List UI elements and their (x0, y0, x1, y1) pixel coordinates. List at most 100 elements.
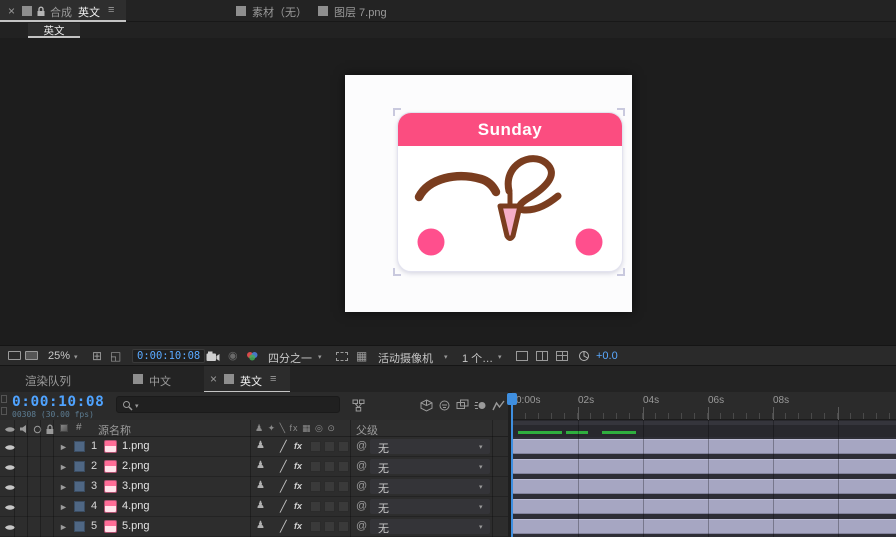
expander-icon[interactable]: ► (59, 502, 68, 512)
close-icon[interactable]: × (210, 372, 217, 386)
tab-render-queue[interactable]: 渲染队列 (25, 373, 71, 389)
selection-handle-tr[interactable] (617, 108, 625, 116)
graph-editor-icon[interactable] (492, 399, 505, 412)
frame-blending-icon[interactable] (456, 399, 469, 412)
parent-dropdown-icon[interactable]: ▾ (479, 463, 483, 471)
fx-switch-icon[interactable]: fx (294, 481, 302, 491)
parent-dropdown-icon[interactable]: ▾ (479, 503, 483, 511)
selection-handle-tl[interactable] (393, 108, 401, 116)
mini-flowchart-icon[interactable] (352, 399, 365, 412)
multi-view-icon[interactable] (556, 351, 568, 361)
motion-blur-switch[interactable] (324, 481, 335, 492)
timeline-edge-icon-bottom[interactable] (1, 407, 7, 415)
pixel-aspect-icon[interactable] (516, 351, 528, 361)
show-channels-icon[interactable] (246, 351, 259, 361)
layer-search-box[interactable]: ▾ (116, 396, 340, 413)
frame-blend-switch[interactable] (310, 501, 321, 512)
motion-blur-switch[interactable] (324, 441, 335, 452)
show-snapshot-icon[interactable]: ◉ (228, 349, 238, 362)
composition-viewport[interactable]: Sunday (345, 75, 632, 312)
view-layout-dropdown-icon[interactable]: ▾ (498, 353, 502, 361)
frame-blend-switch[interactable] (310, 461, 321, 472)
parent-value[interactable]: 无 (378, 460, 389, 476)
tab-composition[interactable]: × 合成 英文 ≡ (0, 0, 126, 22)
layer-name[interactable]: 5.png (122, 520, 150, 532)
shy-switch-icon[interactable]: ♟ (256, 480, 265, 491)
search-input[interactable] (145, 398, 335, 411)
label-color-swatch[interactable] (74, 461, 85, 472)
quality-switch-icon[interactable]: ╱ (280, 460, 287, 473)
expander-icon[interactable]: ► (59, 522, 68, 532)
snapshot-camera-icon[interactable] (206, 351, 220, 362)
expander-icon[interactable]: ► (59, 482, 68, 492)
primary-monitor-icon[interactable] (8, 351, 21, 360)
playhead-handle[interactable] (507, 393, 517, 405)
motion-blur-switch[interactable] (324, 501, 335, 512)
fx-switch-icon[interactable]: fx (294, 521, 302, 531)
parent-dropdown-icon[interactable]: ▾ (479, 443, 483, 451)
layer-name[interactable]: 2.png (122, 460, 150, 472)
selection-handle-br[interactable] (617, 268, 625, 276)
tab-layer[interactable]: 图层 7.png (318, 0, 428, 22)
parent-column-label[interactable]: 父级 (356, 422, 378, 438)
composition-viewer[interactable]: Sunday (0, 38, 896, 345)
shy-switch-icon[interactable]: ♟ (256, 500, 265, 511)
secondary-monitor-icon[interactable] (25, 351, 38, 360)
region-of-interest-icon[interactable] (336, 352, 348, 361)
frame-blend-switch[interactable] (310, 441, 321, 452)
pickwhip-icon[interactable]: @ (356, 440, 367, 452)
shy-switch-icon[interactable]: ♟ (256, 460, 265, 471)
label-color-swatch[interactable] (74, 501, 85, 512)
timeline-edge-icon-top[interactable] (1, 395, 7, 403)
viewer-tab[interactable]: 英文 (28, 23, 80, 38)
quality-switch-icon[interactable]: ╱ (280, 520, 287, 533)
exposure-value[interactable]: +0.0 (596, 350, 618, 362)
view-layout-value[interactable]: 1 个… (462, 350, 493, 366)
3d-switch[interactable] (338, 441, 349, 452)
panel-menu-icon[interactable]: ≡ (108, 4, 114, 16)
current-timecode[interactable]: 0:00:10:08 (12, 394, 104, 410)
camera-view-dropdown-icon[interactable]: ▾ (444, 353, 448, 361)
label-color-swatch[interactable] (74, 441, 85, 452)
shy-switch-icon[interactable]: ♟ (256, 520, 265, 531)
preview-timecode[interactable]: 0:00:10:08 (132, 349, 206, 363)
selection-handle-bl[interactable] (393, 268, 401, 276)
close-icon[interactable]: × (8, 4, 15, 18)
layer-name[interactable]: 4.png (122, 500, 150, 512)
parent-dropdown-icon[interactable]: ▾ (479, 483, 483, 491)
frame-blend-switch[interactable] (310, 481, 321, 492)
pickwhip-icon[interactable]: @ (356, 520, 367, 532)
fx-switch-icon[interactable]: fx (294, 501, 302, 511)
expander-icon[interactable]: ► (59, 462, 68, 472)
zoom-dropdown-icon[interactable]: ▾ (74, 353, 78, 361)
motion-blur-switch[interactable] (324, 521, 335, 532)
fx-switch-icon[interactable]: fx (294, 461, 302, 471)
layer-name[interactable]: 1.png (122, 440, 150, 452)
3d-switch[interactable] (338, 481, 349, 492)
parent-value[interactable]: 无 (378, 500, 389, 516)
resolution-value[interactable]: 四分之一 (268, 350, 312, 366)
fx-switch-icon[interactable]: fx (294, 441, 302, 451)
parent-value[interactable]: 无 (378, 480, 389, 496)
transparency-grid-icon[interactable]: ▦ (356, 349, 367, 363)
camera-view-value[interactable]: 活动摄像机 (378, 350, 433, 366)
pickwhip-icon[interactable]: @ (356, 480, 367, 492)
quality-switch-icon[interactable]: ╱ (280, 480, 287, 493)
parent-dropdown-icon[interactable]: ▾ (479, 523, 483, 531)
draft-3d-icon[interactable] (420, 399, 433, 412)
motion-blur-icon[interactable] (474, 399, 487, 412)
expander-icon[interactable]: ► (59, 442, 68, 452)
mask-visibility-icon[interactable]: ◱ (110, 349, 121, 363)
frame-blend-switch[interactable] (310, 521, 321, 532)
hide-shy-layers-icon[interactable] (438, 399, 451, 412)
grid-guides-icon[interactable]: ⊞ (92, 349, 102, 363)
quality-switch-icon[interactable]: ╱ (280, 500, 287, 513)
exposure-icon[interactable] (578, 350, 590, 362)
search-options-icon[interactable]: ▾ (135, 402, 139, 410)
pickwhip-icon[interactable]: @ (356, 500, 367, 512)
label-color-swatch[interactable] (74, 521, 85, 532)
playhead-line[interactable] (511, 405, 513, 537)
quality-switch-icon[interactable]: ╱ (280, 440, 287, 453)
resolution-dropdown-icon[interactable]: ▾ (318, 353, 322, 361)
panel-menu-icon[interactable]: ≡ (270, 373, 276, 385)
